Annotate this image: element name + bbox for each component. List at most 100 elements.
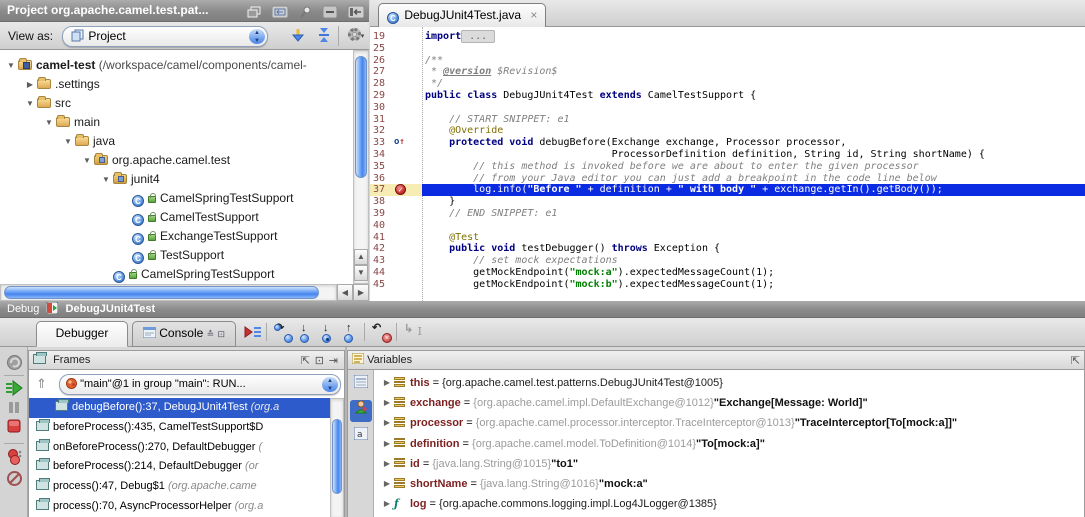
- stack-frame-row[interactable]: onBeforeProcess():270, DefaultDebugger (: [29, 438, 332, 458]
- tree-item[interactable]: ▼org.apache.camel.test: [0, 151, 353, 170]
- float-panel-icon[interactable]: ⊡: [315, 352, 324, 370]
- variable-expand-icon[interactable]: ▶: [380, 494, 394, 514]
- drop-frame-icon[interactable]: ↶×: [372, 323, 392, 343]
- combo-stepper-icon[interactable]: ▲▼: [249, 29, 265, 44]
- watches-icon[interactable]: [350, 400, 372, 422]
- minimize-icon[interactable]: [322, 5, 338, 20]
- code-line[interactable]: 30: [370, 102, 1085, 114]
- view-breakpoints-icon[interactable]: [7, 449, 22, 468]
- code-line[interactable]: 45 getMockEndpoint("mock:b").expectedMes…: [370, 279, 1085, 291]
- thread-combo-stepper-icon[interactable]: ▲▼: [322, 377, 338, 392]
- code-line[interactable]: 42 public void testDebugger() throws Exc…: [370, 243, 1085, 255]
- restore-layout-icon[interactable]: ⇱: [301, 352, 310, 370]
- view-as-combo[interactable]: Project ▲▼: [62, 26, 268, 47]
- code-line[interactable]: 27 * @version $Revision$: [370, 66, 1085, 78]
- expand-all-icon[interactable]: [288, 27, 308, 46]
- stack-frame-row[interactable]: debugBefore():37, DebugJUnit4Test (org.a: [29, 398, 345, 418]
- stack-frame-row[interactable]: process():47, Debug$1 (org.apache.came: [29, 477, 332, 497]
- code-line[interactable]: 32 @Override: [370, 125, 1085, 137]
- scroll-to-end-icon[interactable]: ≛: [207, 329, 215, 339]
- frame-up-icon[interactable]: ⇑: [36, 376, 47, 392]
- show-execution-point-icon[interactable]: [243, 323, 263, 343]
- code-line[interactable]: 35 // this method is invoked before we a…: [370, 161, 1085, 173]
- code-line[interactable]: 33o↑ protected void debugBefore(Exchange…: [370, 137, 1085, 149]
- stack-frame-row[interactable]: beforeProcess():435, CamelTestSupport$D: [29, 418, 332, 438]
- variable-expand-icon[interactable]: ▶: [380, 413, 394, 433]
- code-line[interactable]: 28 */: [370, 78, 1085, 90]
- step-over-icon[interactable]: ↷: [274, 323, 294, 343]
- tree-vscrollbar[interactable]: ▲ ▼: [353, 50, 369, 284]
- restore-variables-layout-icon[interactable]: ⇱: [1071, 352, 1080, 370]
- collapse-all-icon[interactable]: [314, 27, 334, 46]
- code-line[interactable]: 41 @Test: [370, 232, 1085, 244]
- mute-breakpoints-icon[interactable]: [7, 471, 22, 489]
- tree-item[interactable]: CCamelSpringTestSupport: [0, 265, 353, 284]
- tree-hscroll-thumb[interactable]: [4, 286, 319, 299]
- stop-icon[interactable]: [7, 419, 21, 436]
- code-line[interactable]: 25: [370, 43, 1085, 55]
- tab-debugger[interactable]: Debugger: [36, 321, 128, 347]
- editor-tab[interactable]: C DebugJUnit4Test.java ×: [378, 3, 546, 27]
- override-method-icon[interactable]: o↑: [394, 137, 405, 148]
- tree-expand-icon[interactable]: ▼: [99, 170, 113, 189]
- code-line[interactable]: 26/**: [370, 55, 1085, 67]
- code-line[interactable]: 37✓ log.info("Before " + definition + " …: [370, 184, 1085, 196]
- variable-expand-icon[interactable]: ▶: [380, 373, 394, 393]
- variable-row[interactable]: ▶shortName = {java.lang.String@1016}"moc…: [380, 474, 648, 494]
- tree-item[interactable]: ▼src: [0, 94, 353, 113]
- tree-expand-icon[interactable]: ▼: [80, 151, 94, 170]
- tree-vscroll-thumb[interactable]: [355, 56, 367, 178]
- tree-expand-icon[interactable]: ▼: [23, 94, 37, 113]
- tree-scroll-down-icon[interactable]: ▼: [354, 265, 368, 281]
- code-line[interactable]: 34 ProcessorDefinition definition, Strin…: [370, 149, 1085, 161]
- tree-scroll-right-icon[interactable]: ▶: [353, 284, 369, 301]
- stack-frame-row[interactable]: beforeProcess():214, DefaultDebugger (or: [29, 457, 332, 477]
- settings-gear-icon[interactable]: ▾: [346, 27, 366, 41]
- tree-expand-icon[interactable]: ▼: [61, 132, 75, 151]
- tree-hscrollbar[interactable]: [0, 284, 337, 301]
- hide-frames-icon[interactable]: ⇥: [329, 352, 338, 370]
- force-step-into-icon[interactable]: ↓: [318, 323, 338, 343]
- scroll-from-source-icon[interactable]: [271, 5, 289, 20]
- pause-icon[interactable]: [8, 401, 20, 417]
- editor-body[interactable]: 19import ... 2526/**27 * @version $Revis…: [370, 27, 1085, 301]
- tree-item[interactable]: CCamelSpringTestSupport: [0, 189, 353, 208]
- code-line[interactable]: 29public class DebugJUnit4Test extends C…: [370, 90, 1085, 102]
- step-into-icon[interactable]: ↓: [296, 323, 316, 343]
- variable-row[interactable]: ▶id = {java.lang.String@1015}"to1": [380, 454, 578, 474]
- variable-expand-icon[interactable]: ▶: [380, 474, 394, 494]
- frames-vscrollbar[interactable]: [330, 398, 344, 517]
- inline-values-icon[interactable]: a: [350, 426, 372, 448]
- debug-titlebar[interactable]: Debug DebugJUnit4Test: [0, 301, 1085, 318]
- tree-item[interactable]: ▼junit4: [0, 170, 353, 189]
- evaluate-expression-icon[interactable]: [350, 374, 372, 396]
- tree-item[interactable]: ▼java: [0, 132, 353, 151]
- code-line[interactable]: 38 }: [370, 196, 1085, 208]
- close-tab-icon[interactable]: ×: [530, 8, 537, 22]
- tree-item[interactable]: ▼camel-test (/workspace/camel/components…: [0, 56, 353, 75]
- variable-expand-icon[interactable]: ▶: [380, 393, 394, 413]
- tree-item[interactable]: CTestSupport: [0, 246, 353, 265]
- variable-row[interactable]: ▶processor = {org.apache.camel.processor…: [380, 413, 957, 433]
- step-out-icon[interactable]: ↑: [340, 323, 360, 343]
- code-line[interactable]: 36 // from your Java editor you can just…: [370, 173, 1085, 185]
- code-line[interactable]: 44 getMockEndpoint("mock:a").expectedMes…: [370, 267, 1085, 279]
- tree-scroll-left-icon[interactable]: ◀: [337, 284, 353, 301]
- hide-panel-icon[interactable]: [347, 5, 365, 20]
- code-line[interactable]: 40: [370, 220, 1085, 232]
- tree-item[interactable]: CExchangeTestSupport: [0, 227, 353, 246]
- code-line[interactable]: 19import ...: [370, 31, 1085, 43]
- tree-item[interactable]: ▶.settings: [0, 75, 353, 94]
- rerun-debug-icon[interactable]: [7, 355, 22, 373]
- tree-expand-icon[interactable]: ▶: [23, 75, 37, 94]
- frames-vscroll-thumb[interactable]: [332, 419, 342, 494]
- float-window-icon[interactable]: [246, 5, 262, 20]
- variable-expand-icon[interactable]: ▶: [380, 434, 394, 454]
- tab-console[interactable]: Console ≛ ⊡: [132, 321, 236, 347]
- variable-row[interactable]: ▶this = {org.apache.camel.test.patterns.…: [380, 373, 723, 393]
- code-line[interactable]: 31 // START SNIPPET: e1: [370, 114, 1085, 126]
- resume-icon[interactable]: [5, 380, 23, 399]
- tree-expand-icon[interactable]: ▼: [4, 56, 18, 75]
- tree-scroll-up-icon[interactable]: ▲: [354, 249, 368, 265]
- code-line[interactable]: 43 // set mock expectations: [370, 255, 1085, 267]
